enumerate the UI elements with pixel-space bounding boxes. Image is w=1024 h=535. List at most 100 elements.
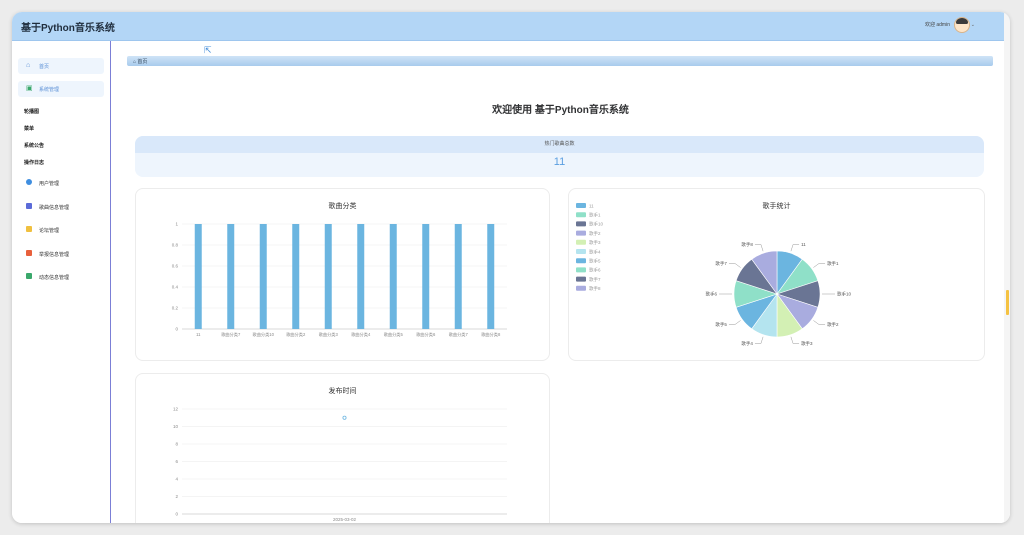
pie-label: 歌手8 [741,241,753,248]
pie-label: 歌手3 [801,340,813,347]
legend-label[interactable]: 歌手5 [589,258,601,265]
pie-label: 歌手5 [715,321,727,328]
user-greeting[interactable]: 欢迎 admin [925,21,950,28]
legend-swatch[interactable] [576,221,586,227]
legend-swatch[interactable] [576,230,586,236]
y-tick-label: 12 [173,407,179,412]
x-tick-label: 歌曲分类3 [319,331,339,338]
y-tick-label: 4 [175,477,178,482]
x-tick-label: 歌曲分类8 [481,331,501,338]
legend-label[interactable]: 歌手6 [589,267,601,274]
y-tick-label: 2 [175,494,178,499]
sidebar-subitem-notice[interactable]: 系统公告 [24,142,44,149]
grid-icon [26,226,32,232]
feed-icon [26,273,32,279]
scatter-point[interactable] [342,415,347,420]
top-bar: 基于Python音乐系统 欢迎 admin ⌄ [12,12,1010,41]
legend-label[interactable]: 歌手2 [589,230,601,237]
category-bar-chart: 00.20.40.60.8111 歌曲分类7 歌曲分类10 歌曲分类2 歌曲分类3 歌曲分… [172,222,507,338]
sidebar-item-system[interactable]: ▣ 系统管理 [18,81,104,97]
y-tick-label: 8 [175,442,178,447]
bar[interactable] [259,224,267,329]
page-title: 欢迎使用 基于Python音乐系统 [492,105,629,116]
legend-label[interactable]: 歌手4 [589,248,601,255]
y-tick-label: 0 [175,512,178,517]
sidebar-item-label: 举报信息管理 [39,252,70,258]
bar[interactable] [454,224,462,329]
singer-chart-card: 歌手统计 11 歌手1 歌手10 歌手2 歌手3 歌手4 歌手5 歌手6 歌手7 歌手8 11 歌手1… [568,188,985,361]
avatar[interactable] [954,17,970,33]
legend-swatch[interactable] [576,239,586,245]
legend-swatch[interactable] [576,276,586,282]
bar[interactable] [422,224,430,329]
legend-swatch[interactable] [576,249,586,254]
pie-label: 歌手1 [827,260,839,267]
stat-value: 11 [553,156,566,168]
x-tick-label: 11 [196,332,201,337]
x-tick-label: 2025-03-02 [333,517,357,522]
pie-label: 歌手4 [741,340,753,347]
report-icon [26,250,32,256]
sidebar-item-home[interactable]: ⌂ 首页 [18,58,104,74]
x-tick-label: 歌曲分类2 [286,331,306,338]
x-tick-label: 歌曲分类5 [384,331,404,338]
legend-swatch[interactable] [576,285,586,291]
pie-label: 歌手10 [837,291,852,298]
bar[interactable] [194,224,202,329]
legend-swatch[interactable] [576,212,586,218]
y-tick-label: 0.8 [172,243,179,248]
legend-label[interactable]: 歌手7 [589,276,601,283]
stat-label: 热门歌曲总数 [135,136,984,153]
sidebar-item-label: 首页 [39,64,50,70]
user-icon [26,179,32,185]
music-icon [26,203,32,209]
release-chart-card: 发布时间 0 2 4 6 8 10 12 2025-03-02 [135,373,550,523]
user-greeting-text: 欢迎 admin [924,22,950,28]
app-window: 基于Python音乐系统 欢迎 admin ⌄ ⌂ 首页 ▣ 系统管理 轮播图 … [12,12,1010,523]
legend-swatch[interactable] [576,267,586,273]
release-scatter-chart: 0 2 4 6 8 10 12 2025-03-02 [173,407,507,522]
y-tick-label: 1 [175,222,178,227]
breadcrumb-bar: ⌂ 首页 [127,56,993,66]
legend-swatch[interactable] [576,203,586,208]
sidebar-subitem-carousel[interactable]: 轮播图 [24,108,39,115]
pie-label: 11 [801,242,806,247]
bar[interactable] [389,224,397,329]
y-tick-label: 0.4 [172,285,179,290]
legend-label[interactable]: 歌手3 [589,239,601,246]
y-tick-label: 0.6 [172,264,179,269]
pie-label: 歌手6 [705,291,717,298]
pie-label: 歌手7 [715,260,727,267]
bar[interactable] [357,224,365,329]
sidebar-subitem-menu[interactable]: 菜单 [24,125,34,132]
sidebar-item-label: 论坛管理 [39,228,60,234]
system-icon: ▣ [26,85,33,92]
home-icon: ⌂ [26,62,31,69]
sidebar: ⌂ 首页 ▣ 系统管理 轮播图 菜单 系统公告 操作日志 用户管理 歌曲信息管理… [12,41,111,523]
bar[interactable] [227,224,235,329]
x-tick-label: 歌曲分类4 [351,331,371,338]
bar[interactable] [324,224,332,329]
pie-label: 歌手2 [827,321,839,328]
legend-label[interactable]: 歌手10 [589,221,604,228]
bar[interactable] [292,224,300,329]
sidebar-item-label: 动态信息管理 [39,275,70,281]
x-tick-label: 歌曲分类6 [416,331,436,338]
legend-swatch[interactable] [576,258,586,264]
breadcrumb[interactable]: ⌂ 首页 [133,58,147,65]
sidebar-item-label: 系统管理 [39,87,60,93]
legend-label[interactable]: 歌手8 [589,285,601,292]
scrollbar[interactable] [1004,12,1010,523]
chevron-down-icon[interactable]: ⌄ [971,22,975,28]
main-content: ⇱ ⌂ 首页 欢迎使用 基于Python音乐系统 热门歌曲总数 11 歌曲分类 … [111,41,1010,523]
category-chart-card: 歌曲分类 0 0.2 0.4 0.6 0.8 1 11 歌曲分类7 歌曲分类10 歌曲分类2 歌曲分… [135,188,550,361]
x-tick-label: 歌曲分类7 [221,331,241,338]
legend-label[interactable]: 歌手1 [589,212,601,219]
sidebar-item-label: 用户管理 [39,181,60,187]
bar[interactable] [487,224,495,329]
app-title: 基于Python音乐系统 [21,23,115,34]
collapse-icon[interactable]: ⇱ [204,45,212,56]
x-tick-label: 歌曲分类7 [449,331,469,338]
sidebar-subitem-log[interactable]: 操作日志 [24,159,44,166]
legend-label[interactable]: 11 [589,203,594,208]
